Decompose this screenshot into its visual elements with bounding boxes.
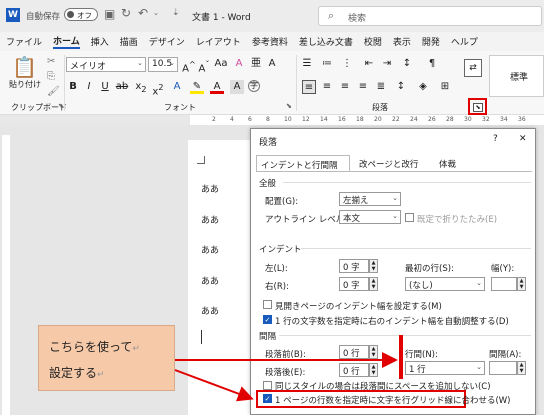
callout-arrows — [174, 352, 398, 402]
arrow-to-grid-option — [174, 369, 254, 402]
